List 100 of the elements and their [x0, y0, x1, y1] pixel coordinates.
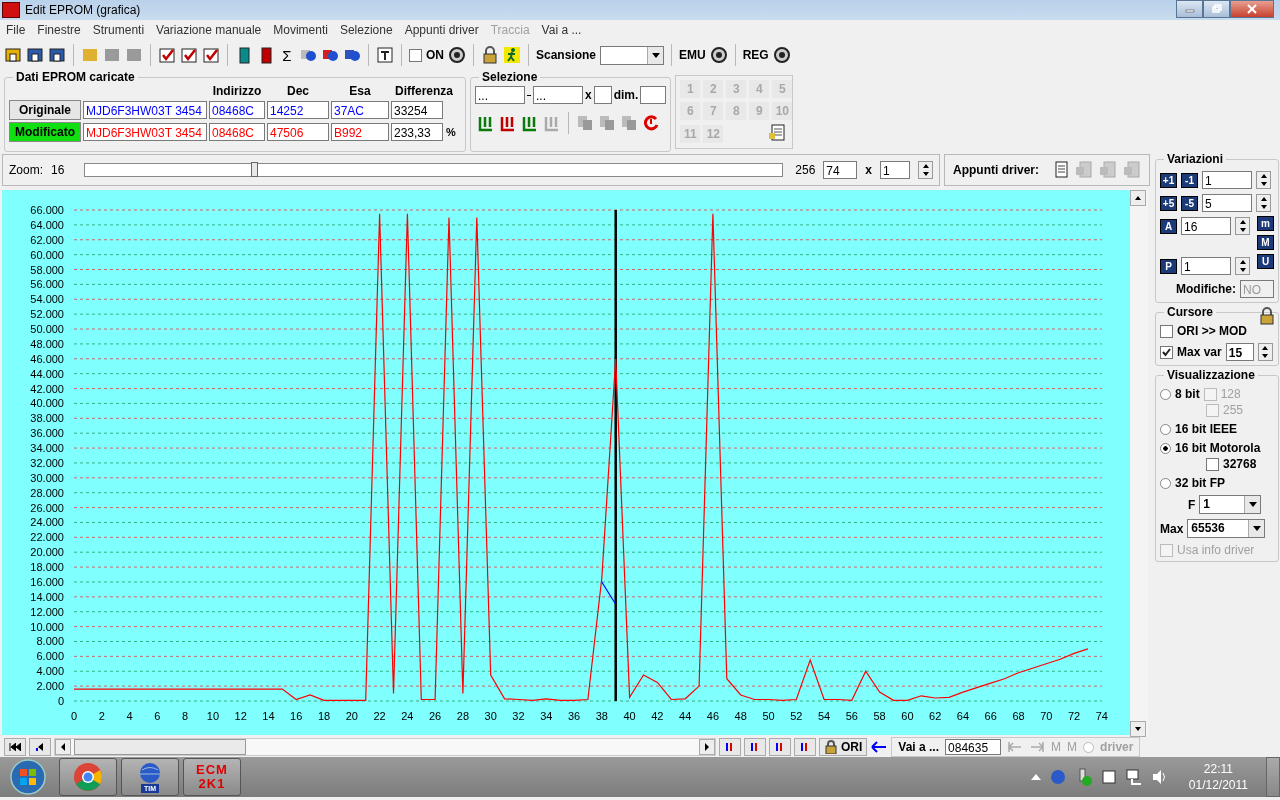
difference-field[interactable]: 33254	[391, 101, 443, 119]
text-box-icon[interactable]	[376, 46, 394, 64]
checkbox[interactable]	[1206, 457, 1219, 471]
goto-field[interactable]: 084635	[945, 739, 1002, 755]
a-button[interactable]: A	[1160, 218, 1177, 234]
refresh-icon[interactable]	[642, 114, 660, 132]
arrow-icon[interactable]	[870, 740, 889, 754]
menu-item[interactable]: File	[0, 23, 32, 37]
radio-button[interactable]	[1160, 477, 1171, 489]
radio-button[interactable]	[1160, 388, 1171, 400]
bars-icon[interactable]	[499, 114, 517, 132]
spin-button[interactable]	[1235, 217, 1250, 235]
menu-item[interactable]: Strumenti	[86, 23, 151, 37]
spin-button[interactable]	[1257, 343, 1273, 361]
minimize-button[interactable]	[1176, 0, 1203, 18]
copy-icon[interactable]	[620, 114, 638, 132]
copy-icon[interactable]	[576, 114, 594, 132]
menu-item[interactable]: Variazione manuale	[150, 23, 268, 37]
step-button[interactable]	[719, 738, 741, 756]
bars-icon[interactable]	[521, 114, 539, 132]
radio-button[interactable]	[1160, 423, 1171, 435]
count-field[interactable]	[593, 86, 612, 104]
panel-icon[interactable]	[48, 46, 66, 64]
address-field[interactable]: 08468C	[209, 101, 265, 119]
ori-button[interactable]: ORI	[819, 738, 868, 756]
hex-field[interactable]: B992	[331, 123, 389, 141]
p-button[interactable]: P	[1160, 258, 1177, 274]
step-button[interactable]: +1	[1160, 172, 1177, 188]
lock-icon[interactable]	[1258, 307, 1276, 325]
target-icon[interactable]	[772, 46, 791, 64]
bars-icon[interactable]	[477, 114, 495, 132]
windows-icon[interactable]	[26, 46, 44, 64]
copy-icon[interactable]	[598, 114, 616, 132]
step-field[interactable]: 5	[1202, 194, 1252, 212]
mode-button[interactable]: m	[1257, 216, 1274, 231]
radio-button[interactable]	[1160, 442, 1171, 454]
step-button[interactable]	[769, 738, 791, 756]
first-button[interactable]	[4, 738, 26, 756]
max-dropdown[interactable]: 65536	[1187, 519, 1266, 538]
menu-item[interactable]: Vai a ...	[535, 23, 588, 37]
taskbar-button[interactable]	[59, 758, 117, 796]
on-checkbox[interactable]	[409, 48, 422, 62]
lock-icon[interactable]	[481, 46, 499, 64]
from-field[interactable]: ...	[475, 86, 525, 104]
horizontal-scrollbar[interactable]	[54, 738, 716, 756]
start-button[interactable]	[9, 758, 47, 796]
f-dropdown[interactable]: 1	[1199, 495, 1262, 514]
previous-button[interactable]	[29, 738, 51, 756]
radio-button[interactable]	[1083, 741, 1095, 753]
step-button[interactable]	[794, 738, 816, 756]
menu-item[interactable]: Selezione	[333, 23, 399, 37]
hex-field[interactable]: 37AC	[331, 101, 389, 119]
mode-button[interactable]: U	[1257, 254, 1274, 269]
to-field[interactable]: ...	[533, 86, 583, 104]
spin-button[interactable]	[1256, 194, 1271, 212]
clock[interactable]: 22:11 01/12/2011	[1188, 761, 1248, 793]
decimal-field[interactable]: 14252	[267, 101, 329, 119]
file-button[interactable]: Modificato	[9, 122, 81, 142]
vertical-scrollbar[interactable]	[1130, 190, 1148, 737]
menu-item[interactable]: Appunti driver	[398, 23, 485, 37]
target-icon[interactable]	[448, 46, 466, 64]
menu-item[interactable]: Movimenti	[267, 23, 334, 37]
show-desktop-button[interactable]	[1266, 757, 1280, 797]
menu-item[interactable]: Finestre	[31, 23, 87, 37]
step-button[interactable]	[744, 738, 766, 756]
address-field[interactable]: 08468C	[209, 123, 265, 141]
zoom-field[interactable]: 74	[823, 161, 858, 179]
zoom-slider[interactable]	[84, 163, 784, 177]
step-button[interactable]: +5	[1160, 195, 1177, 211]
checklist-icon[interactable]	[158, 46, 176, 64]
checkbox[interactable]	[1160, 345, 1173, 359]
close-button[interactable]	[1230, 0, 1274, 18]
spin-button[interactable]	[918, 161, 933, 179]
max-var-field[interactable]: 15	[1225, 343, 1254, 361]
factor-field[interactable]: 1	[880, 161, 910, 179]
scan-dropdown[interactable]	[600, 45, 665, 65]
target-icon[interactable]	[709, 46, 728, 64]
file-field[interactable]: MJD6F3HW03T 3454	[83, 101, 207, 119]
home-icon[interactable]	[4, 46, 22, 64]
spin-button[interactable]	[1235, 257, 1250, 275]
step-field[interactable]: 1	[1202, 171, 1252, 189]
mode-button[interactable]: M	[1257, 235, 1274, 250]
step-button[interactable]: -5	[1181, 195, 1198, 211]
show-hidden-icon[interactable]	[1030, 774, 1041, 780]
spin-button[interactable]	[1256, 171, 1271, 189]
step-button[interactable]: -1	[1181, 172, 1198, 188]
a-field[interactable]: 16	[1181, 217, 1231, 235]
square-icon[interactable]	[103, 46, 121, 64]
slider-thumb[interactable]	[251, 162, 259, 177]
running-man-icon[interactable]	[503, 46, 521, 64]
file-button[interactable]: Originale	[9, 100, 81, 120]
dim-field[interactable]	[640, 86, 667, 104]
document-icon[interactable]	[768, 124, 787, 142]
restore-button[interactable]	[1203, 0, 1230, 18]
p-field[interactable]: 1	[1181, 257, 1231, 275]
checkbox[interactable]	[1160, 324, 1173, 338]
sum-button[interactable]: Σ	[279, 46, 295, 64]
square-icon[interactable]	[125, 46, 143, 64]
network-icon[interactable]	[1124, 768, 1143, 786]
decimal-field[interactable]: 47506	[267, 123, 329, 141]
